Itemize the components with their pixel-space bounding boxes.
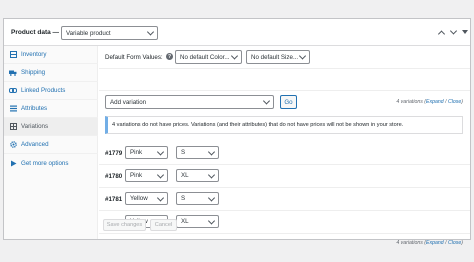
divider [99,233,470,234]
variation-color-value: Yellow [130,195,148,202]
variation-color-select[interactable]: Yellow [125,192,168,205]
tab-variations-label: Variations [21,123,49,130]
chevron-down-icon [207,193,216,202]
variation-id: #1779 [105,150,123,157]
default-form-values-label: Default Form Values: [105,54,163,61]
list-icon [9,105,17,113]
variation-size-select[interactable]: S [176,192,219,205]
bulk-action-select[interactable]: Add variation [105,95,274,109]
product-type-select[interactable]: Variable product [61,26,158,40]
toggle-panel-button[interactable] [460,27,470,37]
close-link[interactable]: Close [448,99,461,105]
tab-shipping-label: Shipping [21,69,46,76]
variation-row[interactable]: #1779 Pink S [99,142,470,164]
variation-row[interactable]: #1781 Yellow S [99,188,470,210]
variations-count-text: 4 variations [396,240,423,246]
divider [99,90,470,91]
variations-panel: Default Form Values: ? No default Color.… [99,46,470,246]
expand-link[interactable]: Expand [426,240,444,246]
chevron-down-icon [156,170,165,179]
divider [99,68,470,69]
notice-text: 4 variations do not have prices. Variati… [112,122,404,128]
chevron-down-icon [298,52,307,60]
variation-size-value: S [181,149,186,156]
tab-variations[interactable]: Variations [4,118,98,136]
chevron-down-icon [207,147,216,156]
variation-row[interactable]: #1780 Pink XL [99,165,470,187]
tab-linked-products[interactable]: Linked Products [4,82,98,100]
count-separator: / [445,99,447,105]
plugin-icon [9,159,17,167]
cancel-button[interactable]: Cancel [150,219,177,231]
move-down-button[interactable] [448,26,458,37]
variation-color-select[interactable]: Pink [125,146,168,159]
default-color-select[interactable]: No default Color... [175,50,242,64]
product-type-value: Variable product [66,29,111,37]
default-color-value: No default Color... [180,53,230,61]
tab-shipping[interactable]: Shipping [4,64,98,82]
default-size-value: No default Size... [251,53,299,61]
variation-color-value: Pink [130,149,143,156]
go-button[interactable]: Go [280,95,297,109]
chevron-down-icon [207,216,216,225]
chevron-down-icon [449,26,457,35]
variations-count-footer: 4 variations (Expand / Close) [396,240,463,246]
variation-size-value: XL [181,172,189,179]
variations-count: 4 variations (Expand / Close) [396,99,463,105]
variations-count-text: 4 variations [396,99,423,105]
tab-get-more-options-label: Get more options [21,159,69,167]
chevron-down-icon [207,170,216,179]
variation-size-select[interactable]: S [176,146,219,159]
chevron-down-icon [146,28,155,36]
variation-size-value: S [181,195,186,202]
count-separator: / [445,240,447,246]
variation-id: #1780 [105,173,123,180]
grid-icon [9,123,17,131]
variation-size-select[interactable]: XL [176,215,219,228]
close-link[interactable]: Close [448,240,461,246]
tab-attributes[interactable]: Attributes [4,100,98,118]
inventory-icon [9,51,17,59]
toggle-arrow-icon [462,30,468,34]
tab-inventory[interactable]: Inventory [4,46,98,64]
expand-link[interactable]: Expand [426,99,444,105]
variation-color-select[interactable]: Pink [125,169,168,182]
tab-inventory-label: Inventory [21,51,47,58]
product-data-tabs: Inventory Shipping Linked Products Attri… [4,46,98,239]
variation-size-select[interactable]: XL [176,169,219,182]
truck-icon [9,69,17,77]
chevron-down-icon [262,97,271,105]
chevron-down-icon [230,52,239,60]
product-data-header: Product data — Variable product [4,19,470,46]
tab-attributes-label: Attributes [21,105,48,112]
variation-color-value: Pink [130,172,143,179]
gear-icon [9,141,17,149]
variation-size-value: XL [181,218,189,225]
chevron-down-icon [156,193,165,202]
help-icon[interactable]: ? [166,53,173,60]
product-data-panel: Product data — Variable product Inventor… [3,18,471,246]
bulk-action-value: Add variation [110,98,147,106]
chevron-down-icon [156,147,165,156]
tab-linked-products-label: Linked Products [21,87,66,94]
variation-id: #1781 [105,196,123,203]
default-size-select[interactable]: No default Size... [246,50,310,64]
link-icon [9,87,17,95]
tab-get-more-options[interactable]: Get more options [4,154,98,172]
save-changes-button[interactable]: Save changes [103,219,146,231]
tab-advanced-label: Advanced [21,141,49,148]
product-data-title: Product data — [11,29,60,36]
tab-advanced[interactable]: Advanced [4,136,98,154]
chevron-up-icon [437,29,445,38]
no-price-notice: 4 variations do not have prices. Variati… [105,116,463,134]
move-up-button[interactable] [436,27,446,38]
